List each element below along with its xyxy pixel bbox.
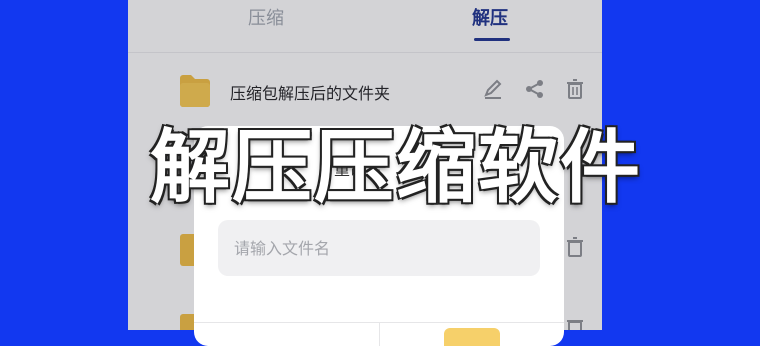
active-tab-indicator xyxy=(474,38,510,41)
filename-input[interactable] xyxy=(218,220,540,276)
tab-compress[interactable]: 压缩 xyxy=(248,4,284,30)
trash-icon[interactable] xyxy=(564,316,586,330)
tab-bar: 压缩 解压 xyxy=(128,0,602,53)
share-icon[interactable] xyxy=(524,78,546,100)
confirm-button[interactable] xyxy=(444,328,500,346)
folder-icon xyxy=(180,75,210,107)
list-item[interactable]: 压缩包解压后的文件夹 xyxy=(128,58,602,122)
folder-name: 压缩包解压后的文件夹 xyxy=(230,84,391,103)
tab-extract[interactable]: 解压 xyxy=(472,4,508,30)
dialog-button-divider xyxy=(379,322,380,346)
trash-icon[interactable] xyxy=(564,236,586,258)
trash-icon[interactable] xyxy=(564,78,586,100)
edit-icon[interactable] xyxy=(482,78,504,100)
overlay-title: 解压压缩软件 xyxy=(150,121,642,214)
